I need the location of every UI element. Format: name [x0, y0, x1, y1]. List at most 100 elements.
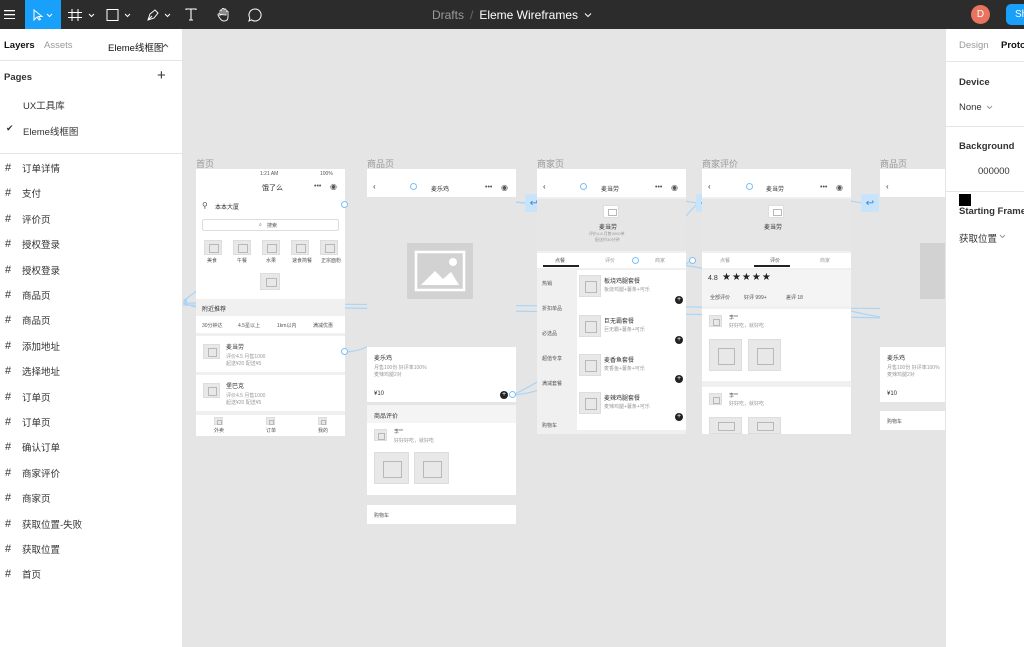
connection-node[interactable]	[509, 391, 516, 398]
tab-order[interactable]: 点餐	[555, 257, 565, 264]
tab-shop[interactable]: 商家	[820, 257, 830, 264]
layer-item[interactable]: # 授权登录	[0, 261, 183, 279]
tab-label[interactable]: 我的	[318, 427, 328, 434]
review-image[interactable]	[709, 339, 742, 371]
filter-chip[interactable]: 4.5星以上	[238, 322, 260, 329]
layer-item[interactable]: # 获取位置-失败	[0, 515, 183, 533]
filter-chip[interactable]: 1km以内	[277, 322, 296, 329]
more-icon[interactable]: •••	[655, 184, 662, 191]
layer-item[interactable]: # 授权登录	[0, 235, 183, 253]
background-swatch[interactable]	[959, 194, 971, 206]
more-icon[interactable]: •••	[485, 184, 492, 191]
more-icon[interactable]: •••	[314, 183, 321, 190]
layer-item[interactable]: # 订单页	[0, 388, 183, 406]
chevron-up-icon[interactable]	[162, 43, 169, 48]
back-icon[interactable]: ‹	[543, 182, 546, 191]
layer-item[interactable]: # 支付	[0, 184, 183, 202]
connection-node[interactable]	[410, 183, 417, 190]
menu-category[interactable]: 必选品	[542, 330, 557, 337]
tab-label[interactable]: 订单	[266, 427, 276, 434]
connection-node[interactable]	[689, 257, 696, 264]
layer-item[interactable]: # 首页	[0, 565, 183, 583]
page-selector[interactable]: Eleme线框图	[108, 40, 163, 54]
target-icon[interactable]: ◉	[501, 183, 508, 192]
page-item-ux[interactable]: UX工具库	[23, 98, 65, 112]
shop-card[interactable]: 麦当劳 评价4.5 月售1000 起送¥20 配送¥5	[196, 336, 345, 372]
menu-category[interactable]: 满减套餐	[542, 380, 562, 387]
layer-item[interactable]: # 商家评价	[0, 464, 183, 482]
connection-node[interactable]	[632, 257, 639, 264]
location-label[interactable]: 本本大厦	[215, 202, 239, 211]
back-icon[interactable]: ‹	[886, 182, 889, 191]
chevron-down-icon[interactable]	[986, 105, 993, 110]
category-image[interactable]	[291, 240, 309, 255]
category-image[interactable]	[320, 240, 338, 255]
review-filter[interactable]: 全部评价	[710, 294, 730, 301]
layer-item[interactable]: # 评价页	[0, 210, 183, 228]
review-filter[interactable]: 差评 18	[786, 294, 803, 301]
tab-design[interactable]: Design	[959, 40, 989, 51]
target-icon[interactable]: ◉	[836, 183, 843, 192]
frame-merchant-review[interactable]: ‹ 麦当劳 ••• ◉ 麦当劳 点餐 评价 商家 4.8 ★★★★★ 全部评价 …	[702, 169, 851, 434]
canvas[interactable]: 首页 商品页 商家页 商家评价 商品页 1:21 AM 100% 饿了么 •••…	[183, 29, 945, 647]
review-image[interactable]	[414, 452, 449, 484]
tab-layers[interactable]: Layers	[4, 40, 35, 51]
back-arrow-icon[interactable]: ↩	[861, 194, 879, 212]
add-page-button[interactable]: +	[157, 67, 166, 84]
more-icon[interactable]: •••	[820, 184, 827, 191]
share-button[interactable]: Sh	[1006, 4, 1024, 25]
tab-label[interactable]: 外卖	[214, 427, 224, 434]
background-hex[interactable]: 000000	[978, 166, 1010, 177]
tab-prototype[interactable]: Proto	[1001, 40, 1024, 51]
device-select[interactable]: None	[959, 102, 982, 113]
add-item-button[interactable]: +	[675, 336, 683, 344]
add-item-button[interactable]: +	[675, 375, 683, 383]
target-icon[interactable]: ◉	[330, 182, 337, 191]
review-image[interactable]	[709, 417, 742, 434]
review-image[interactable]	[748, 417, 781, 434]
review-filter[interactable]: 好评 999+	[744, 294, 767, 301]
cart-bar[interactable]: 购物车	[880, 411, 945, 430]
avatar[interactable]: D	[971, 5, 990, 24]
layer-item[interactable]: # 添加地址	[0, 337, 183, 355]
frame-product-2[interactable]: ‹ 麦乐鸡 月售100份 好评率100% 麦辣鸡腿2对 ¥10 购物车	[880, 169, 945, 434]
starting-frame-select[interactable]: 获取位置	[959, 231, 997, 245]
layer-item[interactable]: # 商家页	[0, 489, 183, 507]
back-icon[interactable]: ‹	[708, 182, 711, 191]
connection-node[interactable]	[341, 348, 348, 355]
page-item-eleme[interactable]: Eleme线框图	[23, 124, 78, 138]
layer-item[interactable]: # 获取位置	[0, 540, 183, 558]
connection-node[interactable]	[580, 183, 587, 190]
category-image[interactable]	[233, 240, 251, 255]
frame-home[interactable]: 1:21 AM 100% 饿了么 ••• ◉ ⚲ 本本大厦 ⌕ 搜索 美食 午餐…	[196, 169, 345, 436]
home-search-input[interactable]: ⌕ 搜索	[202, 219, 339, 231]
chevron-down-icon[interactable]	[584, 12, 592, 18]
back-icon[interactable]: ‹	[373, 182, 376, 191]
tab-assets[interactable]: Assets	[44, 40, 73, 51]
layer-item[interactable]: # 订单详情	[0, 159, 183, 177]
connection-node[interactable]	[746, 183, 753, 190]
filter-chip[interactable]: 30分钟达	[202, 322, 223, 329]
category-image[interactable]	[204, 240, 222, 255]
layer-item[interactable]: # 商品页	[0, 286, 183, 304]
breadcrumb-drafts[interactable]: Drafts	[432, 8, 464, 22]
cart-label[interactable]: 购物车	[542, 422, 557, 429]
add-item-button[interactable]: +	[675, 413, 683, 421]
review-image[interactable]	[748, 339, 781, 371]
menu-category[interactable]: 热销	[542, 280, 552, 287]
file-name[interactable]: Eleme Wireframes	[479, 8, 578, 22]
tab-order[interactable]: 点餐	[720, 257, 730, 264]
tab-shop[interactable]: 商家	[655, 257, 665, 264]
menu-category[interactable]: 超值专享	[542, 355, 562, 362]
cart-bar[interactable]: 购物车	[367, 505, 516, 524]
connection-node[interactable]	[341, 201, 348, 208]
menu-category[interactable]: 折扣单品	[542, 305, 562, 312]
layer-item[interactable]: # 确认订单	[0, 438, 183, 456]
layer-item[interactable]: # 选择地址	[0, 362, 183, 380]
add-to-cart-button[interactable]: +	[500, 391, 508, 399]
target-icon[interactable]: ◉	[671, 183, 678, 192]
add-item-button[interactable]: +	[675, 296, 683, 304]
banner-image[interactable]	[260, 273, 280, 290]
layer-item[interactable]: # 商品页	[0, 311, 183, 329]
category-image[interactable]	[262, 240, 280, 255]
